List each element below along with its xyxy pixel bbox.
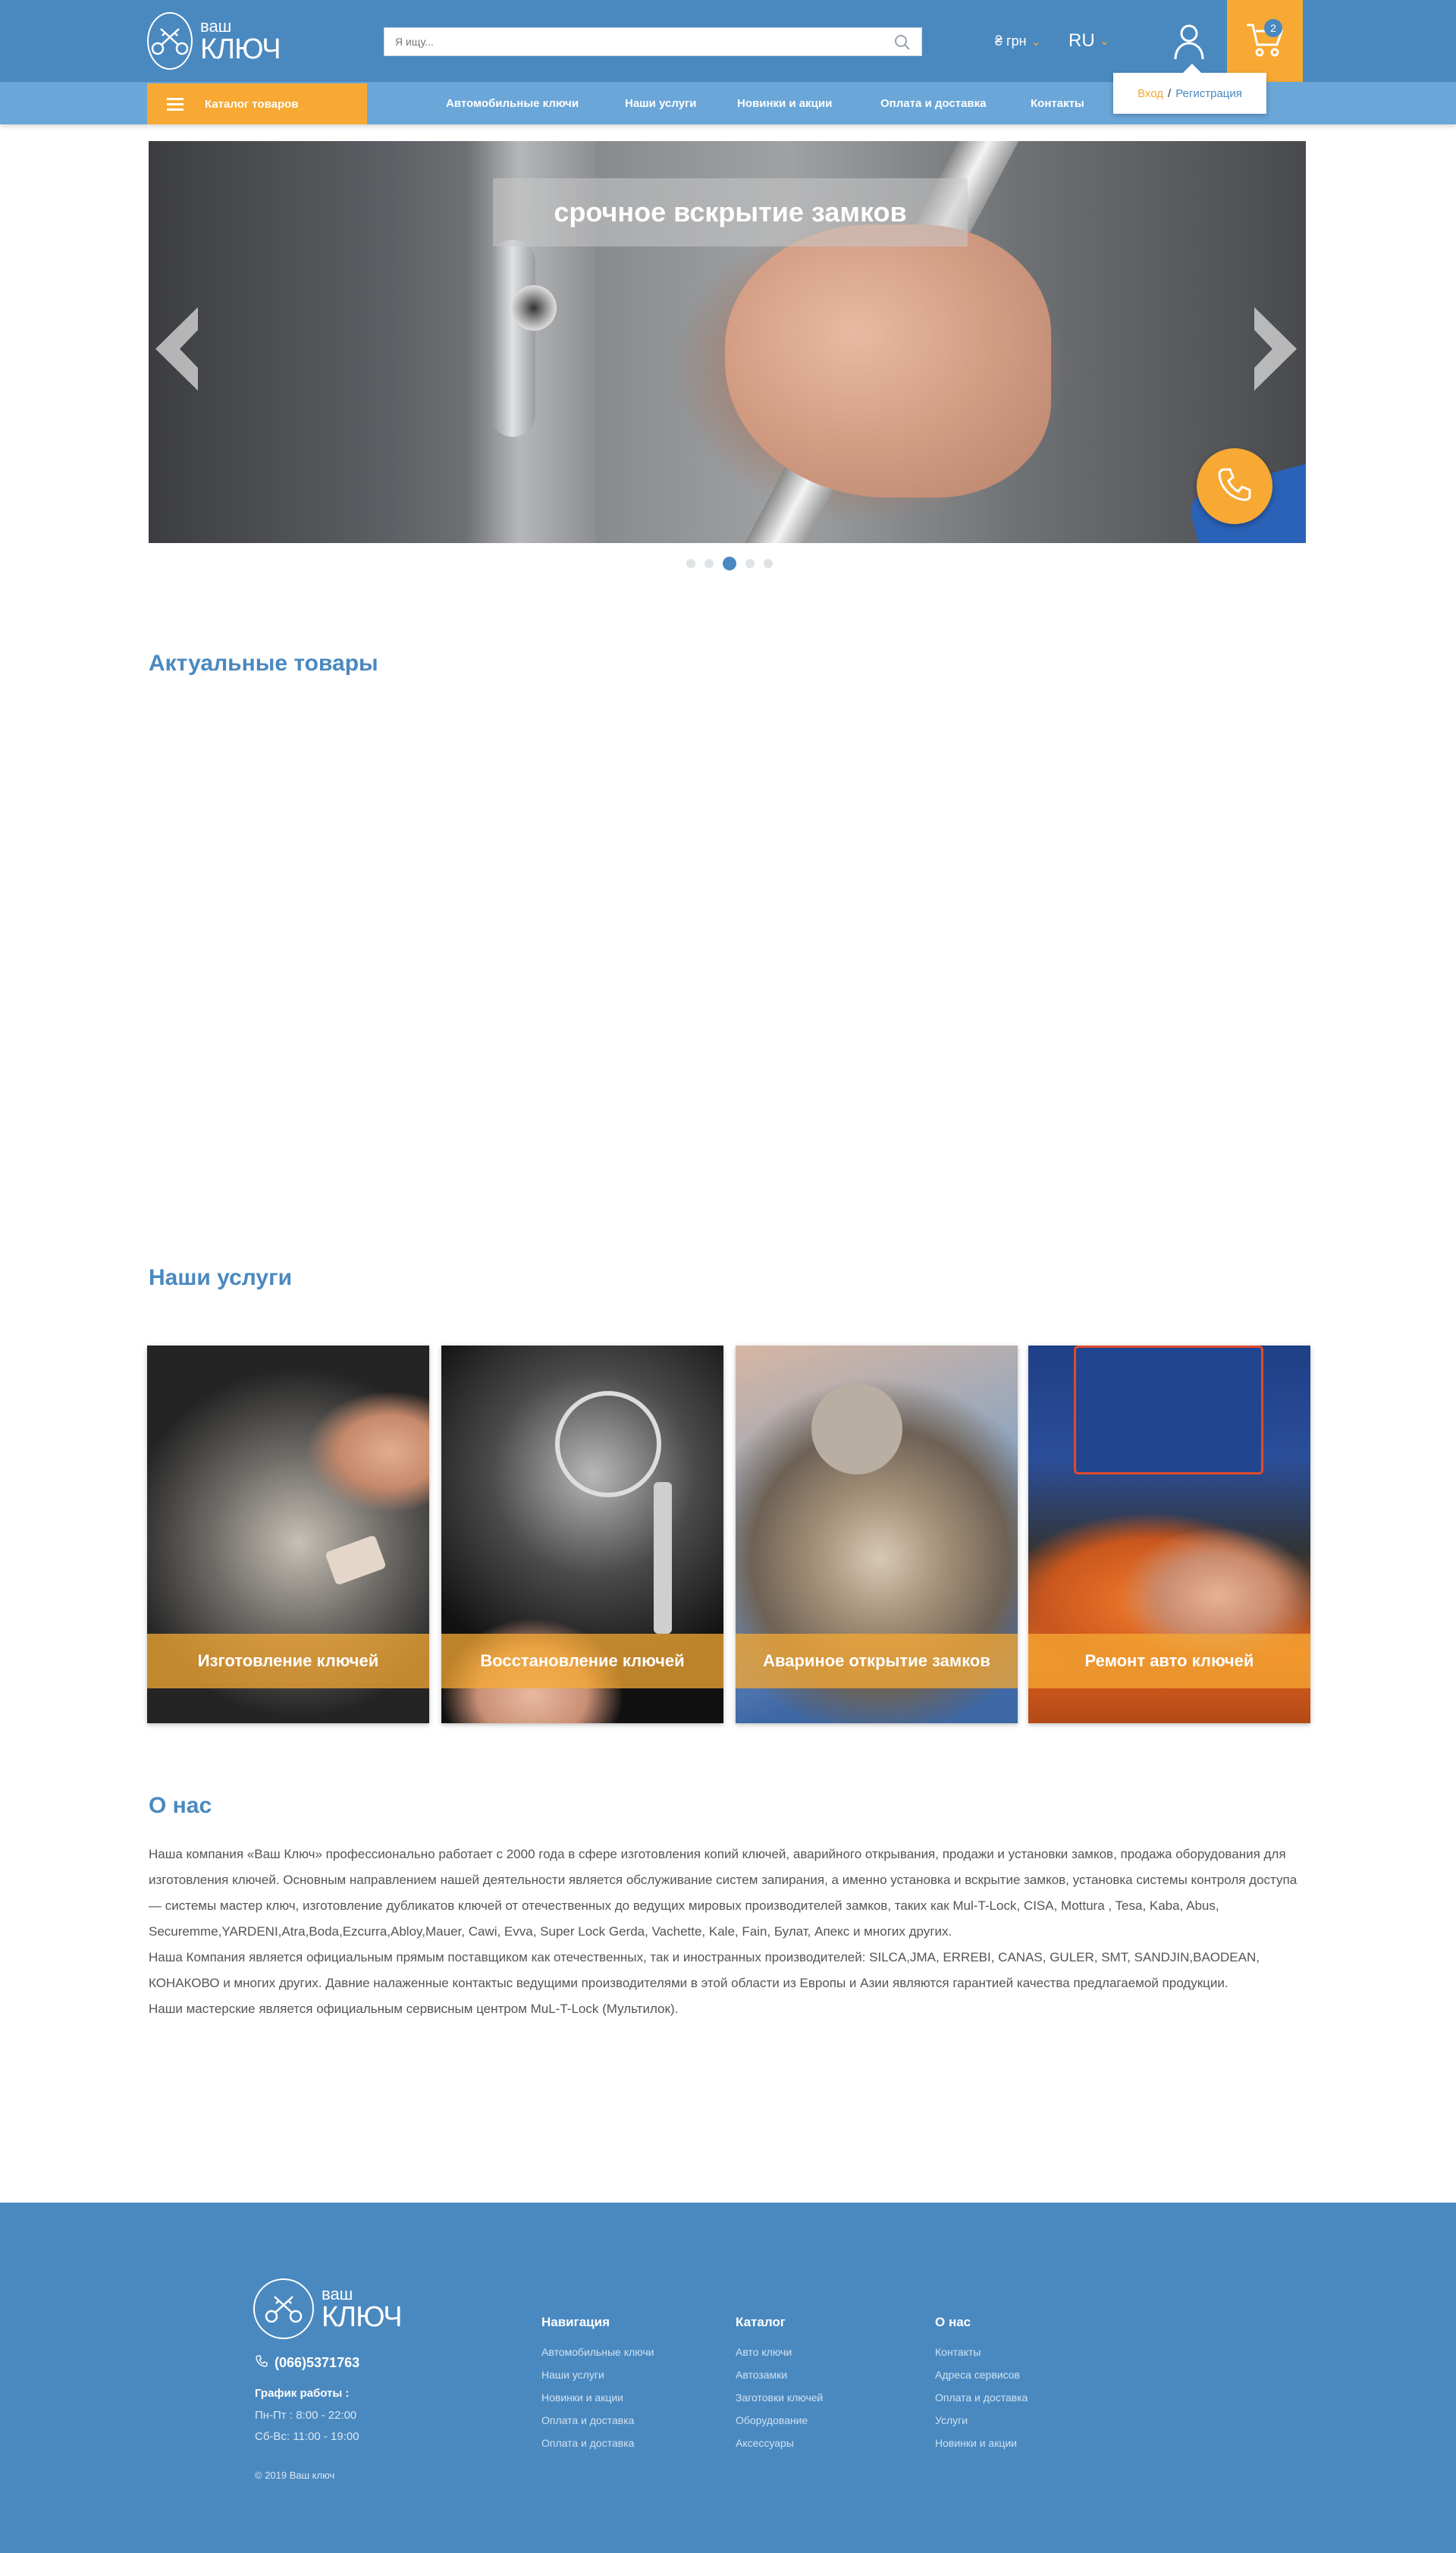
schedule-title: График работы : [255, 2387, 350, 2400]
language-label: RU [1068, 30, 1095, 51]
ignition-shape [555, 1391, 661, 1497]
about-paragraph: Наша компания «Ваш Ключ» профессионально… [149, 1847, 1298, 1939]
services-title: Наши услуги [149, 1265, 293, 1290]
slider-next-arrow[interactable] [1251, 307, 1297, 391]
footer-link[interactable]: Услуги [935, 2409, 1028, 2432]
slider-dots [686, 557, 773, 570]
footer-col-title: Навигация [541, 2315, 610, 2329]
footer-link[interactable]: Новинки и акции [541, 2386, 654, 2409]
language-selector[interactable]: RU ⌄ [1068, 30, 1109, 52]
footer-link[interactable]: Заготовки ключей [736, 2386, 823, 2409]
register-link[interactable]: Регистрация [1175, 87, 1242, 100]
footer-link[interactable]: Адреса сервисов [935, 2363, 1028, 2386]
slider-dot[interactable] [686, 559, 695, 568]
catalog-button[interactable]: Каталог товаров [147, 83, 367, 124]
slide-image-part [511, 285, 557, 331]
about-paragraph: Наши мастерские является официальным сер… [149, 2002, 679, 2016]
search-input[interactable] [384, 28, 870, 55]
footer: ваш КЛЮЧ (066)5371763 График работы : Пн… [0, 2203, 1456, 2553]
call-button[interactable] [1197, 448, 1272, 524]
slider-dot[interactable] [745, 559, 755, 568]
phone-icon [255, 2354, 268, 2372]
footer-col-title: О нас [935, 2315, 971, 2329]
cart-count-badge: 2 [1264, 19, 1282, 37]
logo[interactable]: ваш КЛЮЧ [147, 12, 281, 70]
footer-link[interactable]: Аксессуары [736, 2432, 823, 2454]
schedule-weekend: Сб-Вс: 11:00 - 19:00 [255, 2430, 359, 2443]
slide-image-part [725, 225, 1051, 498]
about-text: Наша компания «Ваш Ключ» профессионально… [149, 1842, 1309, 2022]
footer-col-catalog: Каталог Авто ключи Автозамки Заготовки к… [736, 2315, 823, 2454]
footer-col-about: О нас Контакты Адреса сервисов Оплата и … [935, 2315, 1028, 2454]
slide-image-part [490, 240, 535, 437]
screw-shape [811, 1383, 902, 1474]
footer-phone[interactable]: (066)5371763 [255, 2354, 359, 2372]
service-label: Изготовление ключей [147, 1634, 429, 1688]
copyright: © 2019 Ваш ключ [255, 2470, 335, 2481]
service-card-car-key-repair[interactable]: Ремонт авто ключей [1028, 1346, 1310, 1723]
phone-number: (066)5371763 [275, 2355, 360, 2370]
auth-popup: Вход / Регистрация [1113, 64, 1266, 114]
footer-link[interactable]: Автомобильные ключи [541, 2341, 654, 2363]
currency-label: ₴ грн [995, 33, 1027, 49]
schedule-weekdays: Пн-Пт : 8:00 - 22:00 [255, 2409, 357, 2422]
service-card-key-restore[interactable]: Восстановление ключей [441, 1346, 723, 1723]
chevron-down-icon: ⌄ [1099, 35, 1110, 48]
footer-col-title: Каталог [736, 2315, 786, 2329]
footer-link[interactable]: Контакты [935, 2341, 1028, 2363]
nav-link-news[interactable]: Новинки и акции [737, 97, 832, 110]
nav-link-services[interactable]: Наши услуги [625, 97, 697, 110]
nav-link-contacts[interactable]: Контакты [1031, 97, 1084, 110]
footer-link[interactable]: Оплата и доставка [935, 2386, 1028, 2409]
user-icon[interactable] [1172, 23, 1207, 61]
footer-link[interactable]: Наши услуги [541, 2363, 654, 2386]
footer-link[interactable]: Автозамки [736, 2363, 823, 2386]
service-card-emergency-opening[interactable]: Авариное открытие замков [736, 1346, 1018, 1723]
footer-link[interactable]: Оборудование [736, 2409, 823, 2432]
logo-keys-icon [147, 12, 193, 70]
machine-shape [1074, 1346, 1263, 1474]
currency-selector[interactable]: ₴ грн ⌄ [995, 33, 1041, 49]
logo-keys-icon [253, 2278, 314, 2339]
slider-dot[interactable] [704, 559, 714, 568]
footer-col-navigation: Навигация Автомобильные ключи Наши услуг… [541, 2315, 654, 2454]
about-title: О нас [149, 1793, 212, 1818]
footer-link[interactable]: Авто ключи [736, 2341, 823, 2363]
actual-products-title: Актуальные товары [149, 651, 378, 676]
phone-icon [1215, 465, 1254, 508]
menu-icon [167, 95, 184, 114]
logo-text: ваш КЛЮЧ [200, 18, 281, 64]
slide-caption: срочное вскрытие замков [493, 178, 968, 247]
cart-button[interactable]: 2 [1227, 0, 1303, 82]
footer-link[interactable]: Новинки и акции [935, 2432, 1028, 2454]
slider-prev-arrow[interactable] [155, 307, 201, 391]
key-shape [325, 1534, 387, 1586]
key-shape [654, 1482, 672, 1634]
slider-dot-active[interactable] [723, 557, 736, 570]
search-icon[interactable] [894, 34, 911, 55]
about-paragraph: Наша Компания является официальным прямы… [149, 1950, 1260, 1990]
slider-dot[interactable] [764, 559, 773, 568]
services-grid: Изготовление ключей Восстановление ключе… [147, 1346, 1310, 1723]
auth-separator: / [1168, 86, 1172, 100]
service-card-key-making[interactable]: Изготовление ключей [147, 1346, 429, 1723]
footer-logo[interactable]: ваш КЛЮЧ [253, 2278, 403, 2339]
search-box [384, 27, 922, 56]
service-label: Авариное открытие замков [736, 1634, 1018, 1688]
nav-link-delivery[interactable]: Оплата и доставка [880, 97, 986, 110]
catalog-label: Каталог товаров [205, 97, 299, 111]
nav-link-auto-keys[interactable]: Автомобильные ключи [446, 97, 579, 110]
service-label: Восстановление ключей [441, 1634, 723, 1688]
footer-logo-text: ваш КЛЮЧ [322, 2285, 403, 2333]
header: ваш КЛЮЧ ₴ грн ⌄ RU ⌄ 2 [0, 0, 1456, 82]
logo-line2: КЛЮЧ [322, 2301, 403, 2333]
footer-link[interactable]: Оплата и доставка [541, 2432, 654, 2454]
footer-link[interactable]: Оплата и доставка [541, 2409, 654, 2432]
service-label: Ремонт авто ключей [1028, 1634, 1310, 1688]
logo-line2: КЛЮЧ [200, 33, 281, 65]
chevron-down-icon: ⌄ [1031, 35, 1041, 49]
login-link[interactable]: Вход [1138, 87, 1163, 100]
logo-line1: ваш [322, 2285, 353, 2303]
logo-line1: ваш [200, 17, 232, 36]
